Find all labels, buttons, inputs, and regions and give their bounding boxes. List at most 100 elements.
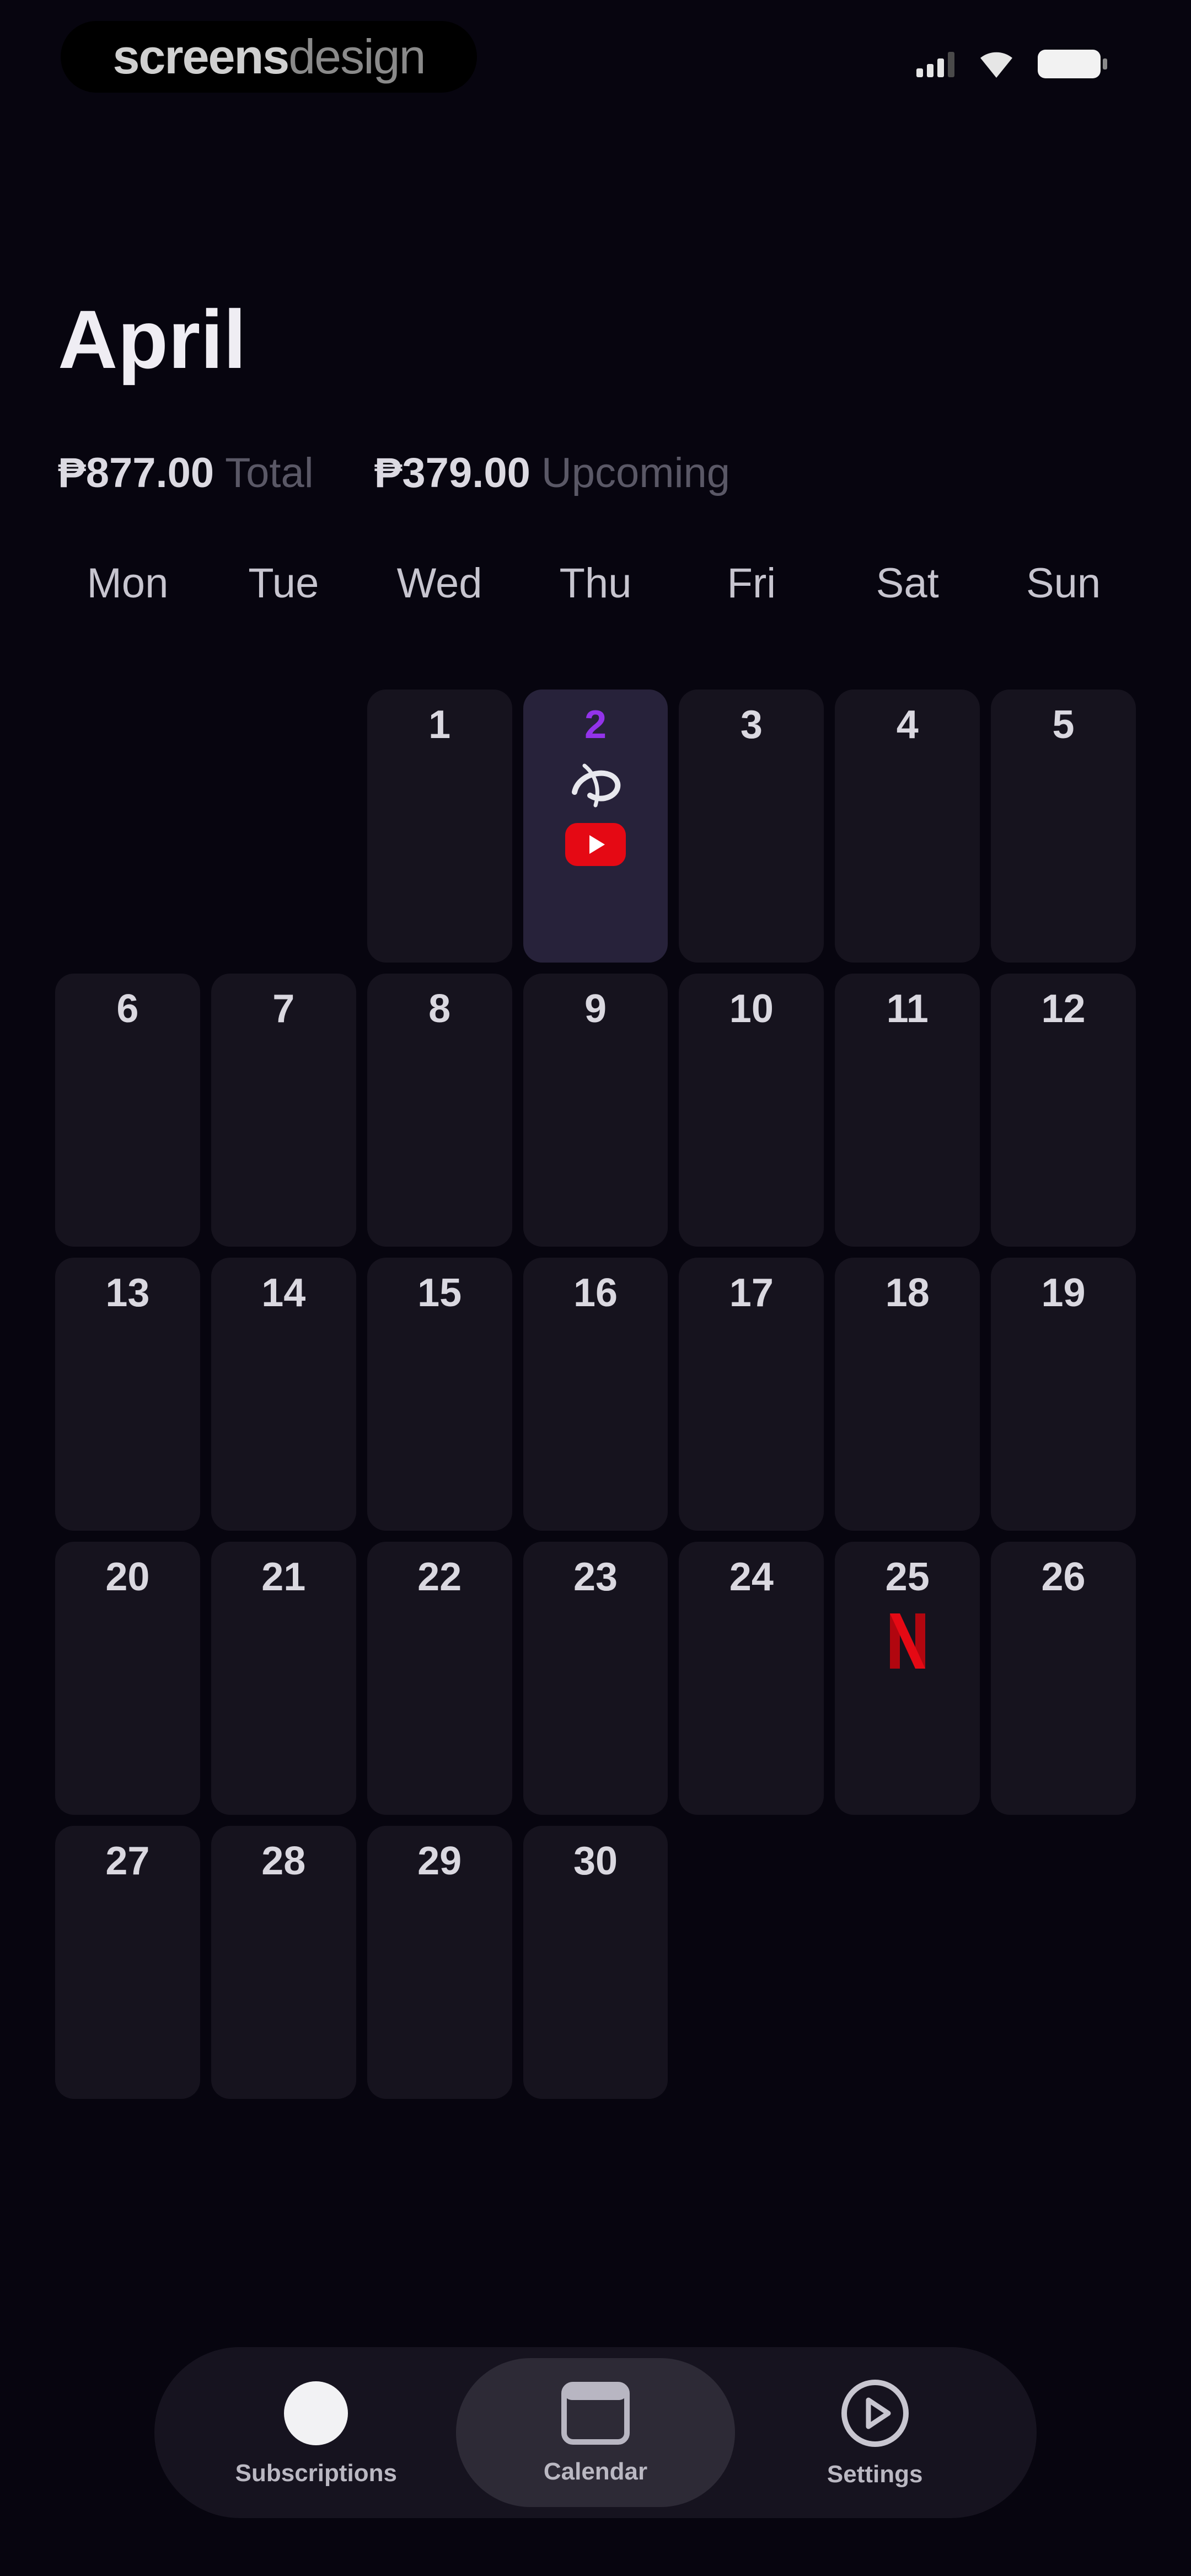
day-number: 9 [584, 987, 607, 1031]
tab-settings[interactable]: Settings [735, 2358, 1015, 2507]
day-number: 23 [573, 1555, 618, 1599]
weekday-sun: Sun [1026, 560, 1101, 607]
day-number: 18 [885, 1271, 930, 1315]
day-cell-18[interactable]: 18 [835, 1258, 980, 1531]
event-icons [565, 761, 626, 866]
day-cell-26[interactable]: 26 [991, 1542, 1136, 1815]
day-cell-21[interactable]: 21 [211, 1542, 356, 1815]
youtube-icon[interactable] [565, 823, 626, 866]
day-number: 5 [1052, 703, 1075, 747]
brand-logo: screens design [61, 21, 477, 93]
day-cell-27[interactable]: 27 [55, 1826, 200, 2099]
day-cell-25[interactable]: 25 [835, 1542, 980, 1815]
upcoming-summary: ₱379.00 Upcoming [374, 452, 730, 494]
tab-label-calendar: Calendar [543, 2457, 648, 2485]
day-number: 30 [573, 1839, 618, 1883]
day-cell-10[interactable]: 10 [679, 974, 824, 1247]
day-cell-12[interactable]: 12 [991, 974, 1136, 1247]
day-cell-15[interactable]: 15 [367, 1258, 512, 1531]
day-number: 24 [729, 1555, 774, 1599]
day-cell-24[interactable]: 24 [679, 1542, 824, 1815]
total-summary: ₱877.00 Total [58, 452, 314, 494]
day-number: 14 [261, 1271, 306, 1315]
tab-subscriptions[interactable]: Subscriptions [176, 2358, 456, 2507]
day-cell-29[interactable]: 29 [367, 1826, 512, 2099]
calendar-icon [561, 2381, 630, 2447]
empty-day-cell [55, 690, 200, 963]
cellular-signal-icon [916, 51, 955, 80]
event-icons [889, 1613, 925, 1669]
day-cell-7[interactable]: 7 [211, 974, 356, 1247]
day-number: 26 [1041, 1555, 1086, 1599]
day-cell-14[interactable]: 14 [211, 1258, 356, 1531]
day-cell-8[interactable]: 8 [367, 974, 512, 1247]
day-cell-16[interactable]: 16 [523, 1258, 668, 1531]
day-cell-19[interactable]: 19 [991, 1258, 1136, 1531]
day-number: 21 [261, 1555, 306, 1599]
day-number: 8 [428, 987, 451, 1031]
day-cell-13[interactable]: 13 [55, 1258, 200, 1531]
day-number: 25 [885, 1555, 930, 1599]
day-cell-11[interactable]: 11 [835, 974, 980, 1247]
day-cell-20[interactable]: 20 [55, 1542, 200, 1815]
day-cell-4[interactable]: 4 [835, 690, 980, 963]
day-number: 3 [740, 703, 763, 747]
day-number: 1 [428, 703, 451, 747]
upcoming-label: Upcoming [541, 450, 731, 496]
day-number: 7 [272, 987, 295, 1031]
day-cell-5[interactable]: 5 [991, 690, 1136, 963]
weekday-fri: Fri [727, 560, 776, 607]
day-number: 28 [261, 1839, 306, 1883]
status-icons [916, 49, 1108, 82]
day-number: 27 [105, 1839, 150, 1883]
total-amount: ₱877.00 [58, 450, 214, 496]
day-number: 19 [1041, 1271, 1086, 1315]
tab-calendar[interactable]: Calendar [455, 2358, 736, 2507]
tab-label-subscriptions: Subscriptions [235, 2459, 398, 2487]
day-number: 12 [1041, 987, 1086, 1031]
day-number: 6 [116, 987, 139, 1031]
spending-summary: ₱877.00 Total ₱379.00 Upcoming [58, 452, 791, 494]
disney-plus-icon[interactable] [568, 761, 623, 808]
calendar-grid: 1 2 3 4 5 6 7 8 9 10 11 12 13 14 15 16 17 18 19 20 21 22 23 24 2… [55, 690, 1136, 2099]
day-number: 15 [417, 1271, 462, 1315]
wifi-icon [978, 50, 1015, 81]
weekday-wed: Wed [396, 560, 482, 607]
netflix-icon[interactable] [889, 1613, 925, 1669]
tab-label-settings: Settings [827, 2460, 923, 2488]
day-cell-3[interactable]: 3 [679, 690, 824, 963]
status-bar: screens design [0, 0, 1191, 110]
total-label: Total [225, 450, 314, 496]
day-cell-28[interactable]: 28 [211, 1826, 356, 2099]
day-number: 13 [105, 1271, 150, 1315]
weekday-thu: Thu [559, 560, 632, 607]
empty-day-cell [211, 690, 356, 963]
brand-text-screens: screens [112, 29, 289, 84]
day-number: 16 [573, 1271, 618, 1315]
upcoming-amount: ₱379.00 [374, 450, 530, 496]
day-number: 2 [584, 703, 607, 747]
month-title: April [58, 293, 246, 386]
subscriptions-circle-icon [283, 2380, 349, 2449]
brand-text-design: design [288, 29, 426, 84]
settings-play-icon [841, 2379, 909, 2450]
weekday-mon: Mon [87, 560, 169, 607]
day-cell-30[interactable]: 30 [523, 1826, 668, 2099]
day-number: 4 [896, 703, 919, 747]
day-number: 20 [105, 1555, 150, 1599]
weekday-sat: Sat [876, 560, 939, 607]
day-number: 11 [886, 987, 929, 1031]
day-cell-22[interactable]: 22 [367, 1542, 512, 1815]
day-number: 10 [729, 987, 774, 1031]
weekday-tue: Tue [248, 560, 319, 607]
day-number: 17 [729, 1271, 774, 1315]
day-cell-6[interactable]: 6 [55, 974, 200, 1247]
day-cell-23[interactable]: 23 [523, 1542, 668, 1815]
day-number: 22 [417, 1555, 462, 1599]
day-cell-9[interactable]: 9 [523, 974, 668, 1247]
battery-icon [1038, 49, 1108, 82]
day-cell-17[interactable]: 17 [679, 1258, 824, 1531]
day-cell-2[interactable]: 2 [523, 690, 668, 963]
day-cell-1[interactable]: 1 [367, 690, 512, 963]
tab-bar: Subscriptions Calendar Settings [154, 2347, 1037, 2518]
